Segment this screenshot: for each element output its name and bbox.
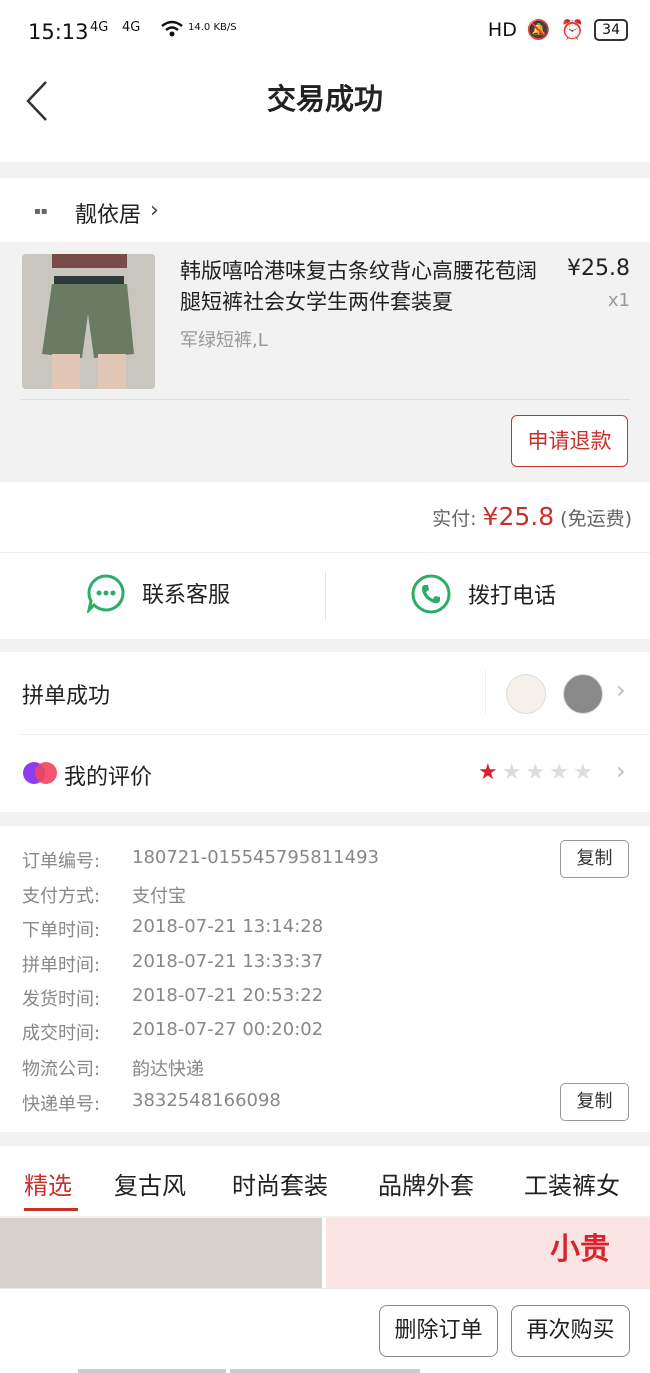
recommend-tabs: 精选 复古风 时尚套装 品牌外套 工装裤女 xyxy=(0,1146,650,1216)
info-value: 2018-07-21 20:53:22 xyxy=(132,985,324,1006)
phone-icon xyxy=(411,574,451,614)
copy-order-no-button[interactable]: 复制 xyxy=(560,840,629,878)
star-icon: ★ xyxy=(572,760,593,785)
info-value: 支付宝 xyxy=(132,886,186,907)
wifi-icon xyxy=(160,20,184,42)
info-key: 发货时间: xyxy=(22,989,101,1010)
group-row[interactable]: 拼单成功 › xyxy=(0,652,650,734)
product-price: ¥25.8 xyxy=(567,256,630,281)
shop-logo: ▪▪ xyxy=(34,206,48,217)
paid-summary: 实付: ¥25.8 (免运费) xyxy=(432,502,632,531)
status-bar: 15:13 4G 4G 14.0 KB/S HD 🔕 ⏰ 34 xyxy=(0,0,650,66)
status-time: 15:13 xyxy=(28,20,89,44)
star-icon: ★ xyxy=(501,760,522,785)
product-title: 韩版嘻哈港味复古条纹背心高腰花苞阔腿短裤社会女学生两件套装夏 xyxy=(180,259,537,314)
group-label: 拼单成功 xyxy=(22,684,111,709)
star-icon: ★ xyxy=(478,760,498,785)
bottom-action-bar: 删除订单 再次购买 xyxy=(0,1288,650,1373)
signal-icon: 4G xyxy=(90,20,109,35)
divider xyxy=(325,571,326,621)
copy-tracking-no-button[interactable]: 复制 xyxy=(560,1083,629,1121)
shop-name: 靓依居 xyxy=(75,203,142,228)
product-item[interactable]: 韩版嘻哈港味复古条纹背心高腰花苞阔腿短裤社会女学生两件套装夏 军绿短裤,L ¥2… xyxy=(0,242,650,482)
info-value: 韵达快递 xyxy=(132,1059,204,1080)
product-qty: x1 xyxy=(607,290,630,311)
contact-bar: 联系客服 拨打电话 xyxy=(0,552,650,639)
chat-icon xyxy=(86,574,125,613)
tab-retro[interactable]: 复古风 xyxy=(114,1166,186,1201)
tab-cargo-pants[interactable]: 工装裤女 xyxy=(524,1166,620,1201)
paid-currency: ¥ xyxy=(482,502,499,531)
info-key: 拼单时间: xyxy=(22,955,101,976)
hd-indicator: HD xyxy=(487,18,517,41)
info-key: 物流公司: xyxy=(22,1059,101,1080)
info-row-courier: 物流公司: 韵达快递 xyxy=(22,1055,204,1081)
top-nav: 交易成功 xyxy=(0,66,650,162)
tab-brand-coats[interactable]: 品牌外套 xyxy=(378,1166,474,1201)
info-value: 2018-07-21 13:14:28 xyxy=(132,916,324,937)
rebuy-button[interactable]: 再次购买 xyxy=(511,1305,630,1357)
alarm-icon: ⏰ xyxy=(560,19,585,41)
info-row-deal-time: 成交时间: 2018-07-27 00:20:02 xyxy=(22,1019,323,1045)
paid-amount: 25.8 xyxy=(498,502,555,531)
signal-icon-2: 4G xyxy=(122,20,141,35)
star-icon: ★ xyxy=(549,760,569,785)
info-key: 快递单号: xyxy=(22,1094,101,1115)
star-icon: ★ xyxy=(525,760,546,785)
chevron-right-icon: › xyxy=(616,676,626,704)
info-row-ship-time: 发货时间: 2018-07-21 20:53:22 xyxy=(22,985,323,1011)
info-key: 成交时间: xyxy=(22,1023,101,1044)
info-row-payment: 支付方式: 支付宝 xyxy=(22,882,186,908)
info-key: 下单时间: xyxy=(22,920,101,941)
paid-label: 实付: xyxy=(432,508,477,530)
avatar xyxy=(563,674,603,714)
shop-row[interactable]: ▪▪ 靓依居 › xyxy=(0,178,650,242)
rating-stars: ★ ★ ★ ★ ★ xyxy=(478,760,593,785)
divider xyxy=(20,399,630,400)
contact-service-button[interactable]: 联系客服 xyxy=(86,573,230,613)
shipping-note: (免运费) xyxy=(560,508,632,530)
info-row-tracking-no: 快递单号: 3832548166098 xyxy=(22,1090,281,1116)
page-title: 交易成功 xyxy=(266,82,383,116)
refund-button[interactable]: 申请退款 xyxy=(511,415,628,467)
info-key: 订单编号: xyxy=(22,851,101,872)
feed-item-image[interactable] xyxy=(0,1218,322,1288)
order-card: ▪▪ 靓依居 › 韩版嘻哈港味复古条纹背心高腰花苞阔腿短裤社会女学生两件套装夏 … xyxy=(0,178,650,552)
info-value: 180721-015545795811493 xyxy=(132,847,379,868)
divider xyxy=(485,670,486,714)
tab-featured[interactable]: 精选 xyxy=(24,1166,72,1201)
product-image xyxy=(22,254,155,389)
status-right: HD 🔕 ⏰ 34 xyxy=(488,18,628,41)
feed-banner-text: 小贵 xyxy=(550,1232,610,1267)
active-tab-indicator xyxy=(24,1208,78,1211)
group-review-card: 拼单成功 › 我的评价 ★ ★ ★ ★ ★ › xyxy=(0,652,650,812)
review-label: 我的评价 xyxy=(64,765,153,790)
tab-fashion-sets[interactable]: 时尚套装 xyxy=(232,1166,328,1201)
info-key: 支付方式: xyxy=(22,886,101,907)
info-row-group-time: 拼单时间: 2018-07-21 13:33:37 xyxy=(22,951,323,977)
product-feed: 小贵 xyxy=(0,1218,650,1288)
chevron-right-icon: › xyxy=(616,757,626,785)
feed-item-image[interactable]: 小贵 xyxy=(326,1218,650,1288)
review-logo-icon xyxy=(23,762,57,784)
info-value: 2018-07-21 13:33:37 xyxy=(132,951,324,972)
chevron-right-icon: › xyxy=(150,198,159,223)
product-variant: 军绿短裤,L xyxy=(180,330,268,351)
info-value: 2018-07-27 00:20:02 xyxy=(132,1019,324,1040)
delete-order-button[interactable]: 删除订单 xyxy=(379,1305,498,1357)
contact-service-label: 联系客服 xyxy=(142,583,231,608)
info-row-order-time: 下单时间: 2018-07-21 13:14:28 xyxy=(22,916,323,942)
battery-icon: 34 xyxy=(594,18,628,41)
review-row[interactable]: 我的评价 ★ ★ ★ ★ ★ › xyxy=(0,735,650,812)
call-phone-button[interactable]: 拨打电话 xyxy=(410,573,556,615)
info-row-order-no: 订单编号: 180721-015545795811493 xyxy=(22,847,379,873)
avatar xyxy=(506,674,546,714)
call-phone-label: 拨打电话 xyxy=(468,584,557,609)
info-value: 3832548166098 xyxy=(132,1090,281,1111)
net-speed: 14.0 KB/S xyxy=(188,22,237,33)
order-info: 订单编号: 180721-015545795811493 支付方式: 支付宝 下单时… xyxy=(0,826,650,1132)
nav-indicator xyxy=(78,1369,226,1373)
mute-icon: 🔕 xyxy=(526,19,551,41)
nav-indicator xyxy=(230,1369,420,1373)
